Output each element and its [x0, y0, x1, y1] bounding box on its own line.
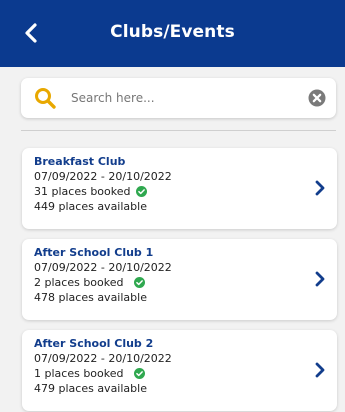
club-dates: 07/09/2022 - 20/10/2022	[34, 170, 172, 183]
club-card-breakfast-club[interactable]: Breakfast Club 07/09/2022 - 20/10/2022 3…	[22, 148, 337, 229]
club-card-after-school-club-2[interactable]: After School Club 2 07/09/2022 - 20/10/2…	[22, 330, 337, 411]
check-circle-icon	[133, 277, 145, 288]
club-booked-row: 31 places booked	[34, 184, 325, 199]
search-icon	[35, 88, 56, 109]
clear-search-icon[interactable]	[308, 89, 326, 107]
club-available: 478 places available	[34, 291, 147, 304]
chevron-right-icon	[315, 271, 325, 287]
club-booked: 31 places booked	[34, 185, 131, 198]
club-booked-row: 1 places booked	[34, 366, 325, 381]
club-available: 449 places available	[34, 200, 147, 213]
search-section	[0, 67, 345, 118]
clubs-list: Breakfast Club 07/09/2022 - 20/10/2022 3…	[0, 131, 345, 411]
club-booked: 2 places booked	[34, 276, 124, 289]
search-bar[interactable]	[21, 78, 336, 118]
chevron-right-icon	[315, 180, 325, 196]
club-dates: 07/09/2022 - 20/10/2022	[34, 261, 172, 274]
club-dates: 07/09/2022 - 20/10/2022	[34, 352, 172, 365]
check-circle-icon	[133, 368, 145, 379]
chevron-right-icon	[315, 362, 325, 378]
club-available: 479 places available	[34, 382, 147, 395]
club-name: Breakfast Club	[34, 155, 126, 168]
search-input[interactable]	[69, 90, 308, 106]
club-name: After School Club 1	[34, 246, 154, 259]
app-header: Clubs/Events	[0, 0, 345, 67]
page-title: Clubs/Events	[110, 22, 235, 42]
club-name: After School Club 2	[34, 337, 154, 350]
club-booked-row: 2 places booked	[34, 275, 325, 290]
club-card-after-school-club-1[interactable]: After School Club 1 07/09/2022 - 20/10/2…	[22, 239, 337, 320]
club-booked: 1 places booked	[34, 367, 124, 380]
check-circle-icon	[135, 186, 147, 197]
